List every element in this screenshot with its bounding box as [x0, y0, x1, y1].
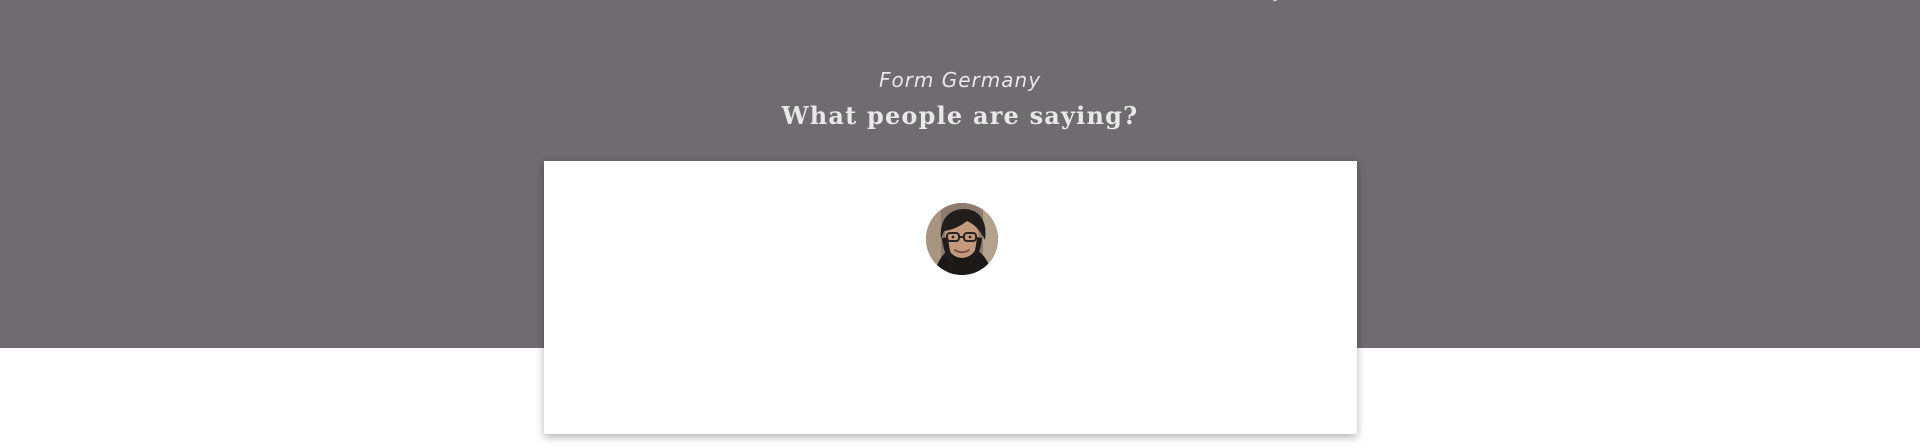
person-avatar-icon	[926, 203, 998, 275]
partial-decorative-dot	[1272, 0, 1278, 1]
section-eyebrow: Form Germany	[878, 68, 1042, 92]
testimonial-card	[544, 161, 1357, 434]
section-heading: What people are saying?	[781, 101, 1139, 130]
testimonials-section: Form Germany What people are saying?	[0, 0, 1920, 448]
